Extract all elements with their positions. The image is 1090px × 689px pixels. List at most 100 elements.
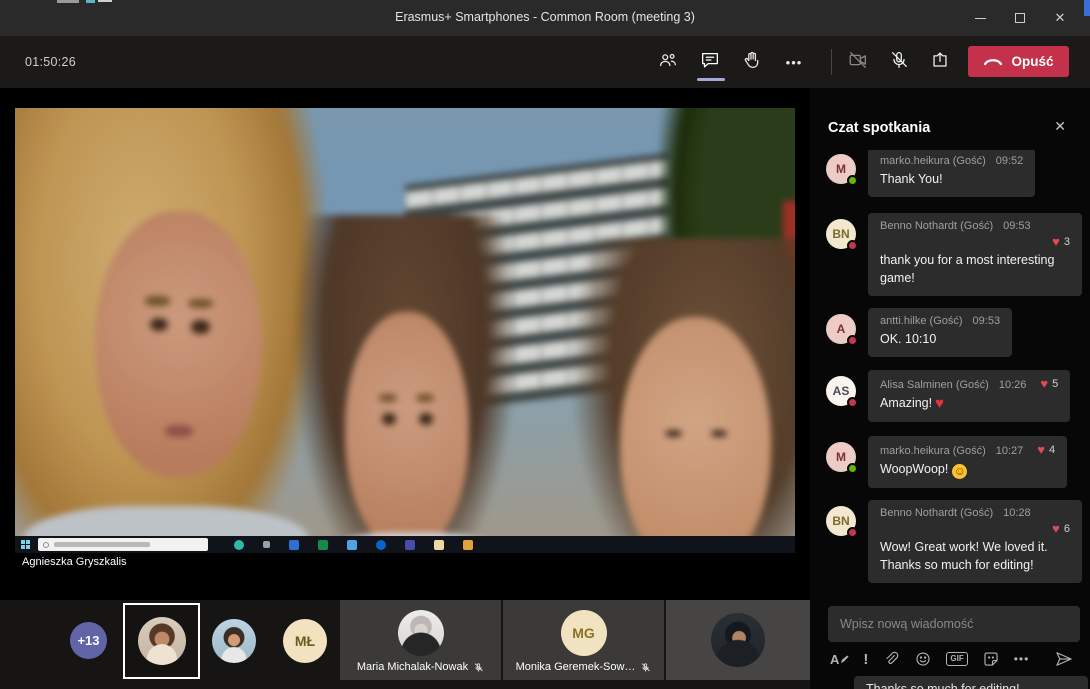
chat-message: M marko.heikura (Gość) 10:27 ♥ 4 WoopWoo… — [826, 436, 1082, 488]
chat-close-icon[interactable]: ✕ — [1054, 118, 1066, 135]
presence-busy-dot — [847, 527, 858, 538]
leave-meeting-button[interactable]: Opuść — [968, 46, 1069, 77]
message-bubble: Alisa Salminen (Gość) 10:26 ♥ 5 Amazing!… — [868, 370, 1070, 422]
clipped-message-bubble: Thanks so much for editing! — [854, 676, 1088, 689]
avatar: A — [826, 314, 856, 344]
meeting-toolbar: 01:50:26 — [0, 36, 1090, 88]
selected-participant-tile[interactable] — [123, 603, 200, 679]
compose-more-button[interactable]: ••• — [1014, 652, 1030, 666]
smiley-emoji: ☺ — [952, 464, 967, 479]
search-icon — [43, 542, 49, 548]
more-actions-button[interactable]: ••• — [776, 44, 812, 80]
avatar: BN — [826, 219, 856, 249]
priority-button[interactable]: ! — [863, 651, 868, 668]
heart-reaction[interactable]: ♥ 3 — [1052, 235, 1070, 248]
speaker-name-label: Agnieszka Gryszkalis — [22, 556, 127, 568]
message-text: Thank You! — [880, 170, 1023, 188]
avatar: BN — [826, 506, 856, 536]
close-button[interactable]: ✕ — [1040, 0, 1080, 36]
meeting-stage: Agnieszka Gryszkalis — [0, 88, 810, 600]
leave-label: Opuść — [1011, 54, 1053, 69]
attach-button[interactable] — [882, 650, 900, 668]
chat-toggle-button[interactable] — [692, 44, 728, 80]
minimize-button[interactable] — [960, 0, 1000, 36]
windows-start-icon — [21, 540, 31, 550]
participants-filmstrip: +13 MŁ Maria Michalak-Nowak MG Monika Ge… — [0, 600, 810, 689]
message-time: 09:53 — [973, 315, 1001, 327]
chat-message: AS Alisa Salminen (Gość) 10:26 ♥ 5 Amazi… — [826, 370, 1082, 422]
message-author: marko.heikura (Gość) — [880, 155, 986, 167]
participant-avatar-initials[interactable]: MŁ — [283, 619, 327, 663]
close-icon: ✕ — [1055, 10, 1066, 26]
taskbar-app-icon — [318, 540, 328, 550]
avatar: M — [826, 154, 856, 184]
muted-mic-icon — [640, 662, 651, 673]
taskbar-app-icon — [289, 540, 299, 550]
send-button[interactable] — [1054, 649, 1074, 669]
message-author: Alisa Salminen (Gość) — [880, 379, 989, 391]
shared-screen-taskbar — [15, 536, 795, 553]
meeting-timer: 01:50:26 — [25, 55, 76, 69]
message-time: 10:26 — [999, 379, 1027, 391]
heart-reaction[interactable]: ♥ 4 — [1037, 443, 1055, 456]
heart-reaction[interactable]: ♥ 5 — [1040, 377, 1058, 390]
paperclip-icon — [882, 650, 900, 668]
message-author: antti.hilke (Gość) — [880, 315, 963, 327]
message-time: 09:53 — [1003, 220, 1031, 232]
window-controls: ✕ — [960, 0, 1080, 36]
heart-icon: ♥ — [1052, 235, 1060, 248]
raised-hand-icon — [741, 49, 763, 76]
message-text: OK. 10:10 — [880, 330, 1000, 348]
new-message-input[interactable] — [828, 606, 1080, 642]
message-time: 10:28 — [1003, 507, 1031, 519]
blurred-search-text — [54, 542, 150, 547]
taskbar-search-box — [38, 538, 208, 551]
participant-tile[interactable]: MG Monika Geremek-Sow… — [503, 600, 664, 680]
message-text: Wow! Great work! We loved it. Thanks so … — [880, 538, 1070, 574]
mic-toggle-button[interactable] — [881, 44, 917, 80]
share-screen-button[interactable] — [922, 44, 958, 80]
avatar: AS — [826, 376, 856, 406]
format-button[interactable]: A — [830, 652, 849, 667]
presence-available-dot — [847, 463, 858, 474]
participants-button[interactable] — [650, 44, 686, 80]
compose-toolbar: A ! GIF — [830, 646, 1074, 672]
presence-busy-dot — [847, 240, 858, 251]
camera-toggle-button[interactable] — [840, 44, 876, 80]
gif-button[interactable]: GIF — [946, 652, 967, 666]
reaction-count: 6 — [1064, 523, 1070, 535]
chat-message: A antti.hilke (Gość) 09:53 OK. 10:10 — [826, 308, 1082, 357]
participant-tile[interactable]: Maria Michalak-Nowak — [340, 600, 501, 680]
message-bubble: marko.heikura (Gość) 09:52 Thank You! — [868, 148, 1035, 197]
format-icon: A — [830, 652, 839, 667]
taskbar-app-icons — [234, 540, 473, 550]
taskbar-app-icon — [234, 540, 244, 550]
titlebar: Erasmus+ Smartphones - Common Room (meet… — [0, 0, 1090, 36]
participant-avatar[interactable] — [212, 619, 256, 663]
presence-available-dot — [847, 175, 858, 186]
heart-icon: ♥ — [1052, 522, 1060, 535]
participant-avatar — [711, 613, 765, 667]
hangup-icon — [983, 56, 1003, 67]
presence-busy-dot — [847, 335, 858, 346]
message-bubble: Benno Nothardt (Gość) 10:28 ♥ 6 Wow! Gre… — [868, 500, 1082, 583]
message-author: Benno Nothardt (Gość) — [880, 507, 993, 519]
chat-icon — [699, 49, 721, 76]
heart-reaction[interactable]: ♥ 6 — [1052, 522, 1070, 535]
reaction-count: 5 — [1052, 378, 1058, 390]
overflow-participants-badge[interactable]: +13 — [70, 622, 107, 659]
chat-title: Czat spotkania — [828, 120, 930, 136]
reaction-count: 3 — [1064, 236, 1070, 248]
emoji-button[interactable] — [914, 650, 932, 668]
participant-name: Maria Michalak-Nowak — [357, 661, 468, 673]
chat-message: M marko.heikura (Gość) 09:52 Thank You! — [826, 148, 1082, 197]
participant-tile[interactable] — [666, 600, 810, 680]
maximize-button[interactable] — [1000, 0, 1040, 36]
taskbar-app-icon — [405, 540, 415, 550]
sticker-button[interactable] — [982, 650, 1000, 668]
maximize-icon — [1015, 13, 1025, 23]
raise-hand-button[interactable] — [734, 44, 770, 80]
message-author: Benno Nothardt (Gość) — [880, 220, 993, 232]
message-text: thank you for a most interesting game! — [880, 251, 1070, 287]
more-icon: ••• — [1014, 652, 1030, 666]
